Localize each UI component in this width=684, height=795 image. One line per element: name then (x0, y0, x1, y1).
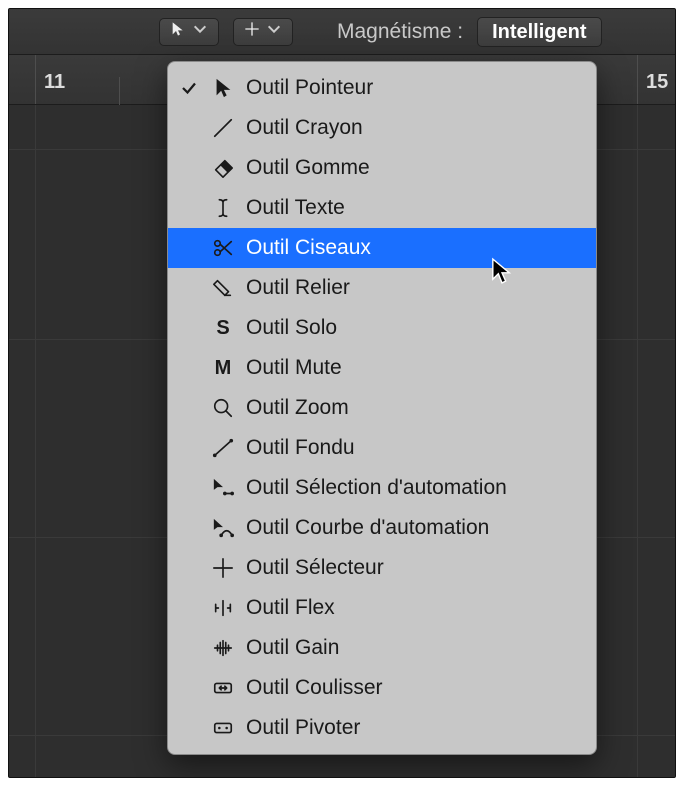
cursor-icon (170, 21, 186, 42)
text-cursor-icon (210, 197, 236, 219)
letter-M: M (210, 357, 236, 380)
ruler-mark: 15 (637, 55, 668, 104)
menu-item-label: Outil Coulisser (246, 676, 582, 700)
ruler-tick (119, 77, 120, 105)
menu-item-text[interactable]: Outil Texte (168, 188, 596, 228)
fade-icon (210, 437, 236, 459)
automation-curve-icon (210, 517, 236, 539)
chevron-down-icon (192, 21, 208, 42)
menu-item-label: Outil Zoom (246, 396, 582, 420)
menu-item-label: Outil Gomme (246, 156, 582, 180)
chevron-down-icon (266, 21, 282, 42)
zoom-icon (210, 397, 236, 419)
eraser-icon (210, 157, 236, 179)
cursor-icon (210, 77, 236, 99)
menu-item-slip[interactable]: Outil Coulisser (168, 668, 596, 708)
checkmark-icon (178, 79, 200, 97)
tool-menu: Outil Pointeur Outil Crayon Outil Gomme Out… (167, 61, 597, 755)
menu-item-label: Outil Pivoter (246, 716, 582, 740)
menu-item-rotate[interactable]: Outil Pivoter (168, 708, 596, 748)
snap-mode-value: Intelligent (492, 21, 586, 44)
menu-item-mute[interactable]: M Outil Mute (168, 348, 596, 388)
flex-icon (210, 597, 236, 619)
menu-item-label: Outil Sélection d'automation (246, 476, 582, 500)
primary-tool-button[interactable] (159, 18, 219, 46)
menu-item-label: Outil Texte (246, 196, 582, 220)
rotate-icon (210, 717, 236, 739)
menu-item-glue[interactable]: Outil Relier (168, 268, 596, 308)
app-frame: Magnétisme : Intelligent 11 15 Outil Poi… (8, 8, 676, 778)
menu-item-pencil[interactable]: Outil Crayon (168, 108, 596, 148)
scissors-icon (210, 237, 236, 259)
toolbar: Magnétisme : Intelligent (9, 9, 675, 55)
ruler-number: 15 (646, 71, 668, 93)
pencil-icon (210, 117, 236, 139)
menu-item-gain[interactable]: Outil Gain (168, 628, 596, 668)
menu-item-fade[interactable]: Outil Fondu (168, 428, 596, 468)
menu-item-label: Outil Solo (246, 316, 582, 340)
letter-S: S (210, 317, 236, 340)
menu-item-label: Outil Gain (246, 636, 582, 660)
menu-item-label: Outil Flex (246, 596, 582, 620)
menu-item-label: Outil Relier (246, 276, 582, 300)
menu-item-solo[interactable]: S Outil Solo (168, 308, 596, 348)
glue-icon (210, 277, 236, 299)
slip-icon (210, 677, 236, 699)
snap-label: Magnétisme : (337, 20, 463, 44)
menu-item-label: Outil Mute (246, 356, 582, 380)
crosshair-icon (244, 21, 260, 42)
menu-item-eraser[interactable]: Outil Gomme (168, 148, 596, 188)
crosshair-icon (210, 557, 236, 579)
menu-item-label: Outil Pointeur (246, 76, 582, 100)
ruler-number: 11 (44, 71, 65, 93)
menu-item-label: Outil Sélecteur (246, 556, 582, 580)
menu-item-marquee[interactable]: Outil Sélecteur (168, 548, 596, 588)
gain-icon (210, 637, 236, 659)
automation-select-icon (210, 477, 236, 499)
menu-item-flex[interactable]: Outil Flex (168, 588, 596, 628)
menu-item-label: Outil Courbe d'automation (246, 516, 582, 540)
secondary-tool-button[interactable] (233, 18, 293, 46)
menu-item-label: Outil Fondu (246, 436, 582, 460)
menu-item-pointer[interactable]: Outil Pointeur (168, 68, 596, 108)
menu-item-autocurve[interactable]: Outil Courbe d'automation (168, 508, 596, 548)
menu-item-zoom[interactable]: Outil Zoom (168, 388, 596, 428)
snap-mode-dropdown[interactable]: Intelligent (477, 17, 601, 47)
menu-item-scissors[interactable]: Outil Ciseaux (168, 228, 596, 268)
menu-item-label: Outil Crayon (246, 116, 582, 140)
menu-item-label: Outil Ciseaux (246, 236, 582, 260)
ruler-mark: 11 (35, 55, 65, 104)
menu-item-autosel[interactable]: Outil Sélection d'automation (168, 468, 596, 508)
